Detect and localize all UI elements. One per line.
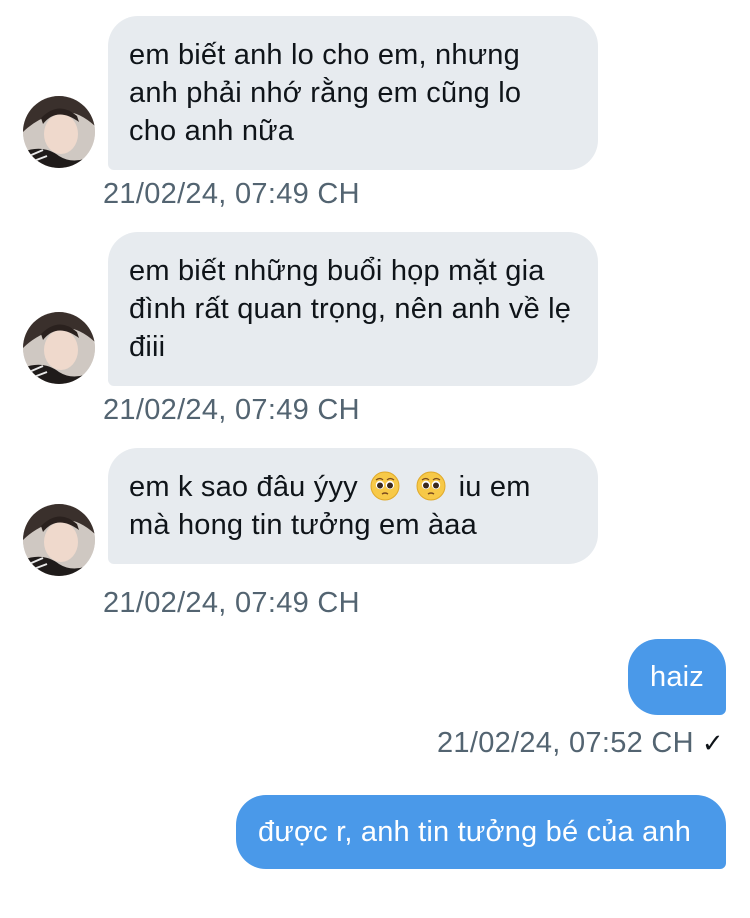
message-bubble-incoming[interactable]: em biết những buổi họp mặt gia đình rất … (108, 232, 598, 386)
timestamp-text: 21/02/24, 07:52 CH (436, 727, 694, 759)
message-timestamp: 21/02/24, 07:52 CH ✓ (437, 726, 724, 760)
message-timestamp: 21/02/24, 07:49 CH (103, 587, 360, 619)
message-bubble-outgoing[interactable]: được r, anh tin tưởng bé của anh (236, 795, 726, 869)
message-bubble-outgoing[interactable]: haiz (628, 639, 726, 715)
pleading-face-emoji-icon (370, 471, 400, 501)
pleading-face-emoji-icon (416, 471, 446, 501)
message-text: em biết những buổi họp mặt gia đình rất … (129, 255, 572, 363)
message-text: haiz (650, 661, 704, 693)
message-bubble-incoming[interactable]: em biết anh lo cho em, nhưng anh phải nh… (108, 16, 598, 170)
sender-avatar[interactable] (23, 96, 95, 168)
message-timestamp: 21/02/24, 07:49 CH (103, 178, 360, 210)
message-text: em k sao đâu ýyy (129, 471, 358, 503)
checkmark-icon: ✓ (701, 728, 724, 758)
avatar-photo (23, 312, 95, 384)
conversation-thread: em biết anh lo cho em, nhưng anh phải nh… (0, 0, 750, 918)
sender-avatar[interactable] (23, 312, 95, 384)
sender-avatar[interactable] (23, 504, 95, 576)
avatar-photo (23, 504, 95, 576)
message-timestamp: 21/02/24, 07:49 CH (103, 394, 360, 426)
avatar-photo (23, 96, 95, 168)
message-text: em biết anh lo cho em, nhưng anh phải nh… (129, 39, 522, 147)
message-text: được r, anh tin tưởng bé của anh (258, 816, 692, 848)
message-bubble-incoming[interactable]: em k sao đâu ýyy iu em mà hong tin tưởng… (108, 448, 598, 564)
